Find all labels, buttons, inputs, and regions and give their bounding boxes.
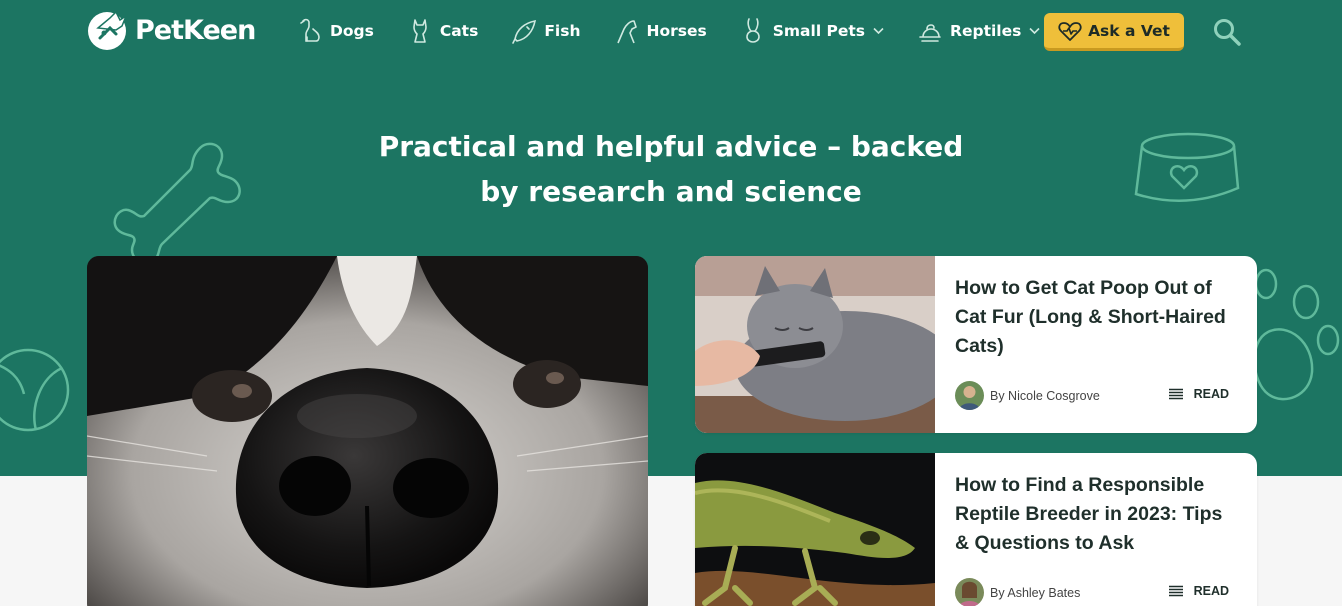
author-avatar	[955, 381, 984, 410]
chevron-down-icon	[873, 27, 884, 35]
dog-nose-photo	[87, 256, 648, 606]
article-thumbnail	[695, 453, 935, 606]
petkeen-logo-icon	[88, 10, 128, 50]
menu-lines-icon	[1168, 388, 1183, 400]
author-avatar	[955, 578, 984, 606]
chevron-down-icon	[1029, 27, 1040, 35]
cat-icon	[413, 19, 427, 43]
read-button[interactable]: READ	[1168, 387, 1229, 401]
article-card-body: How to Find a Responsible Reptile Breede…	[935, 453, 1257, 606]
hero-headline: Practical and helpful advice – backed by…	[0, 124, 1342, 214]
hero-headline-line2: by research and science	[480, 175, 862, 208]
article-author: By Ashley Bates	[955, 578, 1080, 606]
article-thumbnail	[695, 256, 935, 433]
article-card-reptile-breeder[interactable]: How to Find a Responsible Reptile Breede…	[695, 453, 1257, 606]
heart-pulse-icon	[1058, 21, 1082, 41]
nav-label-fish: Fish	[544, 22, 581, 40]
ask-a-vet-button[interactable]: Ask a Vet	[1044, 13, 1184, 51]
dog-icon	[300, 18, 320, 42]
nav-label-horses: Horses	[646, 22, 707, 40]
read-label: READ	[1193, 584, 1229, 598]
nav-item-fish[interactable]: Fish	[511, 14, 581, 48]
paw-print-outline-icon	[1253, 268, 1340, 401]
nav-label-reptiles: Reptiles	[950, 22, 1022, 40]
grey-cat-brushing-photo	[695, 256, 935, 433]
article-author: By Nicole Cosgrove	[955, 381, 1100, 410]
article-title[interactable]: How to Find a Responsible Reptile Breede…	[955, 471, 1237, 558]
search-icon[interactable]	[1212, 17, 1242, 47]
horse-icon	[616, 20, 637, 44]
reptile-icon	[919, 24, 941, 42]
menu-lines-icon	[1168, 585, 1183, 597]
nav-item-reptiles[interactable]: Reptiles	[917, 14, 1040, 48]
hero-headline-line1: Practical and helpful advice – backed	[378, 130, 964, 163]
rabbit-icon	[745, 18, 760, 43]
nav-item-cats[interactable]: Cats	[407, 14, 478, 48]
site-header: PetKeen Dogs Cats Fish Horses Small Pets…	[0, 0, 1342, 62]
read-button[interactable]: READ	[1168, 584, 1229, 598]
nav-item-horses[interactable]: Horses	[614, 14, 707, 48]
article-card-body: How to Get Cat Poop Out of Cat Fur (Long…	[935, 256, 1257, 433]
article-title[interactable]: How to Get Cat Poop Out of Cat Fur (Long…	[955, 274, 1237, 361]
logo-wordmark: PetKeen	[135, 14, 256, 46]
featured-article-image[interactable]	[87, 256, 648, 606]
main-nav: Dogs Cats Fish Horses Small Pets Reptile…	[297, 14, 1040, 48]
nav-label-small-pets: Small Pets	[772, 22, 866, 40]
fish-icon	[512, 19, 537, 44]
ball-outline-icon	[0, 348, 70, 432]
read-label: READ	[1193, 387, 1229, 401]
nav-label-cats: Cats	[439, 22, 479, 40]
lizard-photo	[695, 453, 935, 606]
site-logo[interactable]: PetKeen	[86, 8, 256, 52]
author-byline[interactable]: By Ashley Bates	[990, 586, 1080, 600]
author-byline[interactable]: By Nicole Cosgrove	[990, 389, 1100, 403]
ask-a-vet-label: Ask a Vet	[1088, 21, 1170, 40]
nav-item-dogs[interactable]: Dogs	[297, 14, 374, 48]
nav-label-dogs: Dogs	[330, 22, 374, 40]
article-card-cat-poop[interactable]: How to Get Cat Poop Out of Cat Fur (Long…	[695, 256, 1257, 433]
nav-item-small-pets[interactable]: Small Pets	[740, 14, 884, 48]
